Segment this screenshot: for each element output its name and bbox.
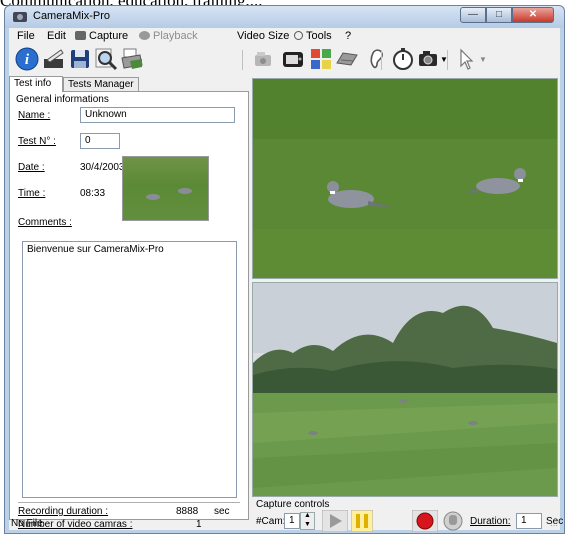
pigeons-thumbnail-image [146, 188, 192, 200]
trees-video-image [253, 283, 557, 496]
camera-icon[interactable] [417, 47, 441, 71]
stopwatch-icon[interactable] [391, 47, 415, 71]
client-area: File Edit Capture Playback Video Size To… [9, 28, 563, 532]
status-text: No File [11, 518, 43, 529]
resize-grip-icon[interactable]: ⋯ [550, 521, 558, 530]
menu-playback-label: Playback [153, 30, 198, 42]
name-field[interactable]: Unknown [80, 107, 235, 123]
minimize-button[interactable]: — [460, 7, 486, 23]
video-thumbnail [122, 156, 209, 221]
video-area: Capture controls #Cam: 1 ▲ ▼ Duration: 1 … [252, 78, 563, 532]
tab-strip: Test info Tests Manager [9, 76, 249, 92]
cursor-icon[interactable] [455, 47, 479, 71]
toolbar-separator [447, 50, 448, 70]
tab-test-info[interactable]: Test info [9, 76, 63, 92]
video-view-1[interactable] [252, 78, 558, 279]
menu-help[interactable]: ? [345, 30, 351, 42]
time-label: Time : [18, 188, 46, 199]
test-info-panel: General informations Name : Unknown Test… [9, 91, 249, 530]
save-icon[interactable] [68, 47, 92, 71]
ear-icon[interactable] [365, 47, 389, 71]
toolbar-separator [381, 50, 382, 70]
recording-duration-label: Recording duration : [18, 506, 109, 517]
info-icon[interactable]: i [15, 47, 39, 71]
menu-tools[interactable]: Tools [294, 30, 332, 42]
toolbar-separator [242, 50, 243, 70]
menu-tools-label: Tools [306, 30, 332, 42]
title-bar[interactable]: CameraMix-Pro — □ ✕ [5, 6, 564, 28]
time-value: 08:33 [80, 188, 106, 199]
comments-label: Comments : [18, 217, 72, 228]
tape-icon[interactable] [335, 47, 359, 71]
test-number-field[interactable]: 0 [80, 133, 120, 149]
pigeons-video-image [253, 79, 557, 278]
window-title: CameraMix-Pro [33, 10, 111, 22]
group-title: General informations [16, 94, 109, 105]
menu-capture-label: Capture [89, 30, 129, 42]
date-label: Date : [18, 162, 45, 173]
search-icon[interactable] [94, 47, 118, 71]
tab-tests-manager[interactable]: Tests Manager [63, 77, 139, 91]
footer-divider [18, 502, 240, 503]
app-window: CameraMix-Pro — □ ✕ File Edit Capture Pl… [4, 5, 565, 534]
menu-file[interactable]: File [17, 30, 35, 42]
status-bar: No File ⋯ [9, 518, 560, 530]
menu-edit[interactable]: Edit [47, 30, 66, 42]
menu-video-size[interactable]: Video Size [237, 30, 289, 42]
comments-textarea[interactable]: Bienvenue sur CameraMix-Pro [22, 241, 237, 498]
playback-icon [139, 31, 150, 40]
print-icon[interactable] [120, 47, 144, 71]
tv-icon[interactable] [281, 47, 305, 71]
camera-off-icon[interactable] [253, 47, 277, 71]
multi-view-icon[interactable] [309, 47, 333, 71]
menu-bar: File Edit Capture Playback Video Size To… [9, 28, 560, 44]
menu-capture[interactable]: Capture [75, 30, 128, 42]
tools-icon [294, 31, 303, 40]
date-value: 30/4/2003 [80, 162, 125, 173]
video-view-2[interactable] [252, 282, 558, 497]
menu-playback[interactable]: Playback [139, 30, 198, 42]
app-icon [13, 12, 27, 22]
capture-icon [75, 31, 86, 40]
capture-controls-title: Capture controls [256, 499, 330, 510]
test-number-label: Test N° : [18, 136, 56, 147]
edit-icon[interactable] [42, 47, 66, 71]
close-button[interactable]: ✕ [512, 7, 554, 23]
toolbar: i ▼ ▼ [9, 45, 560, 75]
recording-duration-unit: sec [214, 506, 230, 517]
maximize-button[interactable]: □ [486, 7, 512, 23]
recording-duration-value: 8888 [176, 506, 199, 517]
name-label: Name : [18, 110, 51, 121]
cursor-dropdown-icon[interactable]: ▼ [479, 55, 487, 64]
